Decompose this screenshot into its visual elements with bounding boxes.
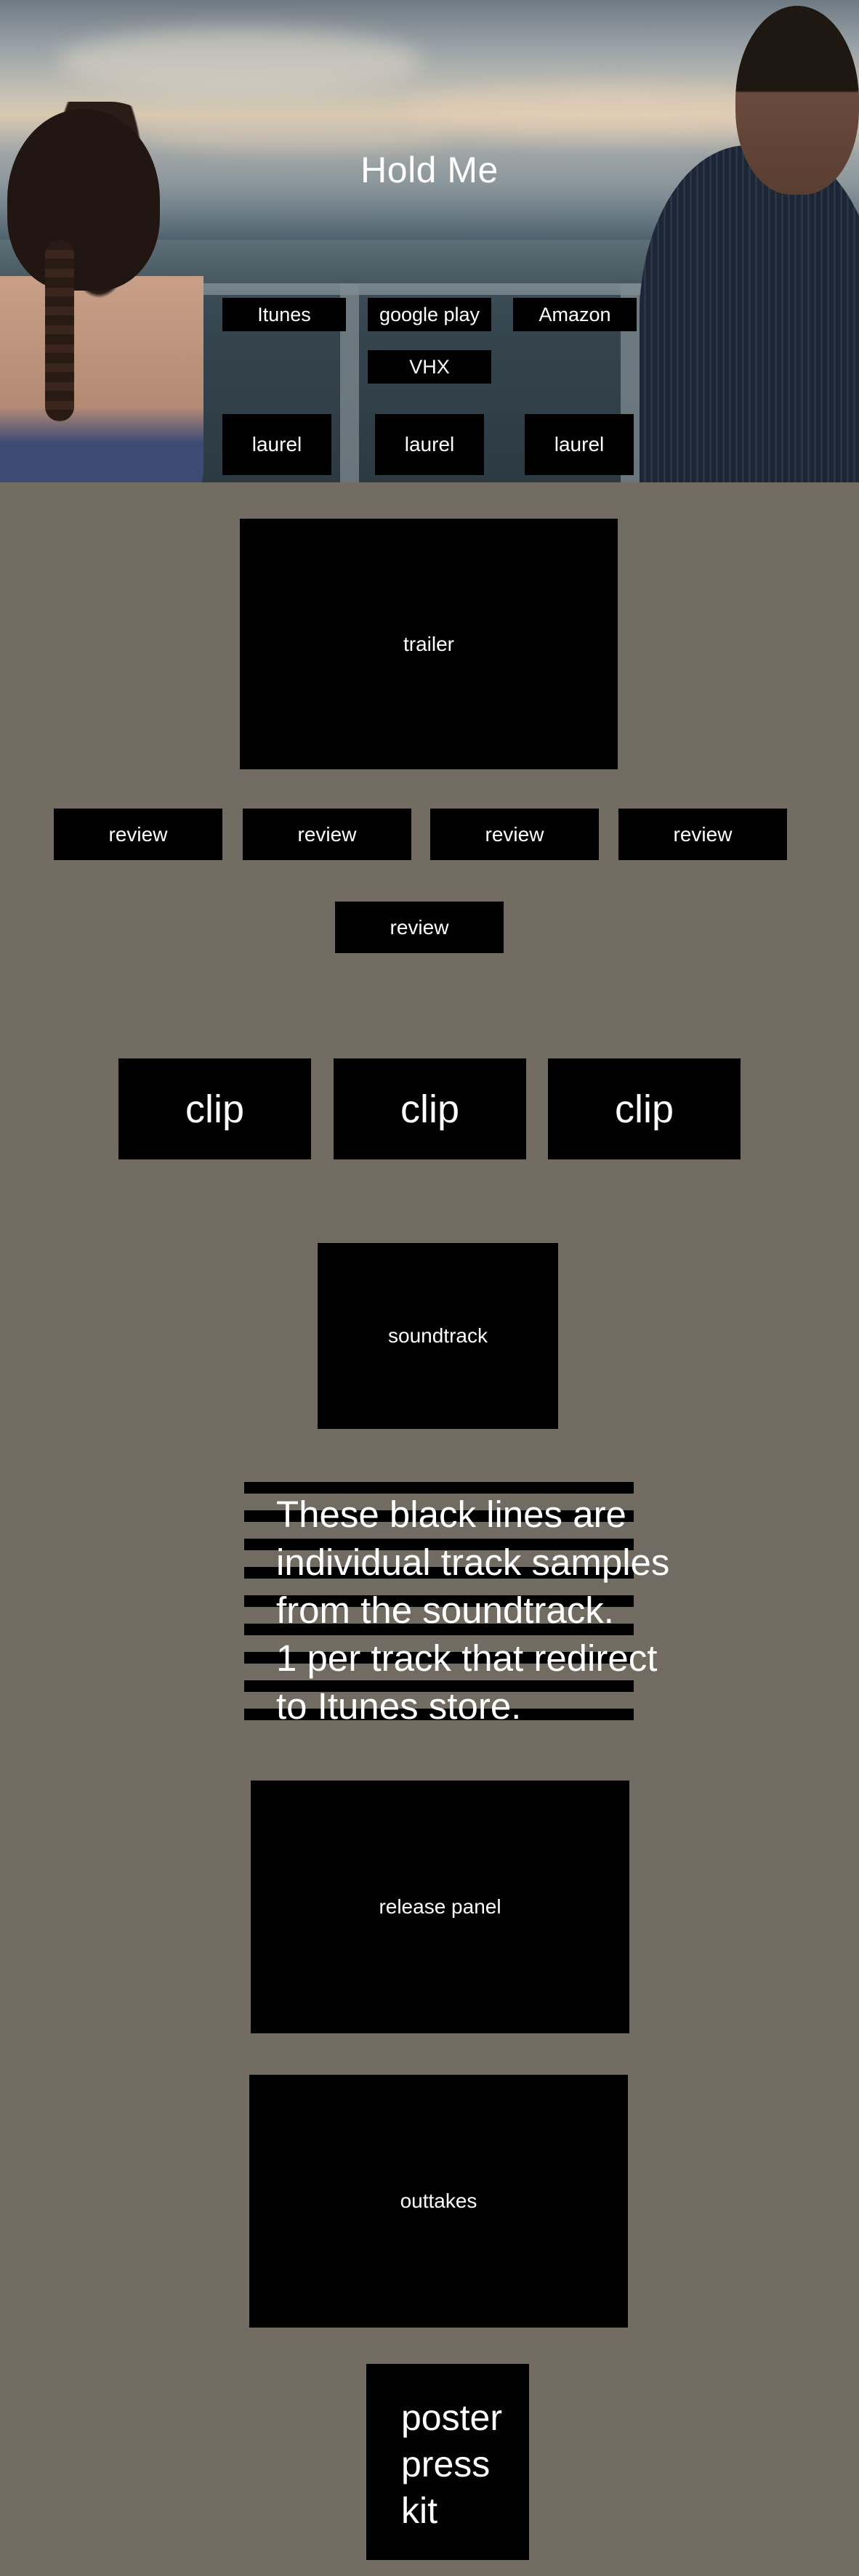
annotation-line: to Itunes store. [276,1685,522,1727]
woman-hair [7,109,160,291]
annotation-line: individual track samples [276,1542,670,1583]
clip-video[interactable]: clip [334,1058,526,1159]
soundtrack-annotation: These black lines are individual track s… [276,1491,712,1730]
man-figure [640,145,859,482]
vhx-button[interactable]: VHX [368,350,491,384]
press-link[interactable]: press [401,2441,502,2487]
annotation-line: These black lines are [276,1494,626,1535]
itunes-button[interactable]: Itunes [222,298,346,331]
laurel-award: laurel [222,414,331,475]
page-title: Hold Me [360,150,499,190]
review-card[interactable]: review [54,809,222,860]
annotation-line: 1 per track that redirect [276,1637,658,1679]
laurel-award: laurel [375,414,484,475]
google-play-button[interactable]: google play [368,298,491,331]
review-card[interactable]: review [430,809,599,860]
review-card[interactable]: review [335,902,504,953]
review-card[interactable]: review [243,809,411,860]
cloud [58,29,422,94]
soundtrack-panel[interactable]: soundtrack [318,1243,558,1429]
poster-press-kit[interactable]: poster press kit [366,2364,529,2560]
cloud [145,109,451,153]
release-panel[interactable]: release panel [251,1781,629,2033]
clip-video[interactable]: clip [548,1058,741,1159]
poster-link[interactable]: poster [401,2394,502,2441]
trailer-video[interactable]: trailer [240,519,618,769]
annotation-line: from the soundtrack. [276,1589,614,1631]
outtakes-panel[interactable]: outtakes [249,2075,628,2328]
amazon-button[interactable]: Amazon [513,298,637,331]
review-card[interactable]: review [618,809,787,860]
clip-video[interactable]: clip [118,1058,311,1159]
laurel-award: laurel [525,414,634,475]
woman-braid [45,240,74,421]
hero-banner: Hold Me Itunes google play Amazon VHX la… [0,0,859,482]
kit-link[interactable]: kit [401,2487,502,2534]
